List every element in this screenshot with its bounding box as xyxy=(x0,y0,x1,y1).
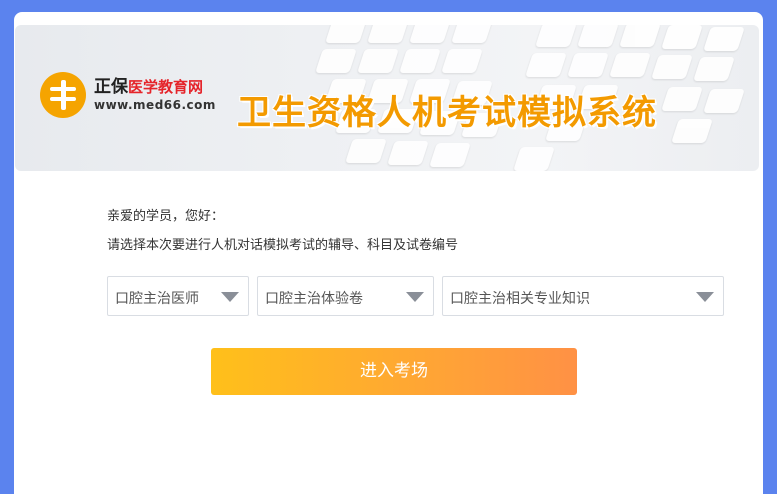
brand-url: www.med66.com xyxy=(94,98,216,112)
caret-down-icon xyxy=(406,292,424,302)
coaching-select[interactable]: 口腔主治医师 xyxy=(107,276,249,316)
instruction-text: 请选择本次要进行人机对话模拟考试的辅导、科目及试卷编号 xyxy=(107,238,459,253)
caret-down-icon xyxy=(221,292,239,302)
brand-sub: 医学教育网 xyxy=(128,78,204,96)
coaching-select-value: 口腔主治医师 xyxy=(115,291,199,307)
header-banner: 正保医学教育网 www.med66.com 卫生资格人机考试模拟系统 xyxy=(15,25,759,171)
system-title: 卫生资格人机考试模拟系统 xyxy=(237,93,657,133)
paper-select[interactable]: 口腔主治相关专业知识 xyxy=(442,276,724,316)
brand-logo-text: 正保医学教育网 www.med66.com xyxy=(94,77,216,113)
greeting-text: 亲爱的学员，您好： xyxy=(107,209,225,224)
subject-select[interactable]: 口腔主治体验卷 xyxy=(257,276,434,316)
paper-select-value: 口腔主治相关专业知识 xyxy=(450,291,590,307)
brand-name: 正保医学教育网 xyxy=(94,77,204,97)
enter-exam-button[interactable]: 进入考场 xyxy=(211,348,577,395)
med66-logo-icon xyxy=(40,72,86,118)
main-card: 正保医学教育网 www.med66.com 卫生资格人机考试模拟系统 亲爱的学员… xyxy=(14,12,763,494)
brand-logo: 正保医学教育网 www.med66.com xyxy=(40,72,216,118)
subject-select-value: 口腔主治体验卷 xyxy=(265,291,363,307)
caret-down-icon xyxy=(696,292,714,302)
